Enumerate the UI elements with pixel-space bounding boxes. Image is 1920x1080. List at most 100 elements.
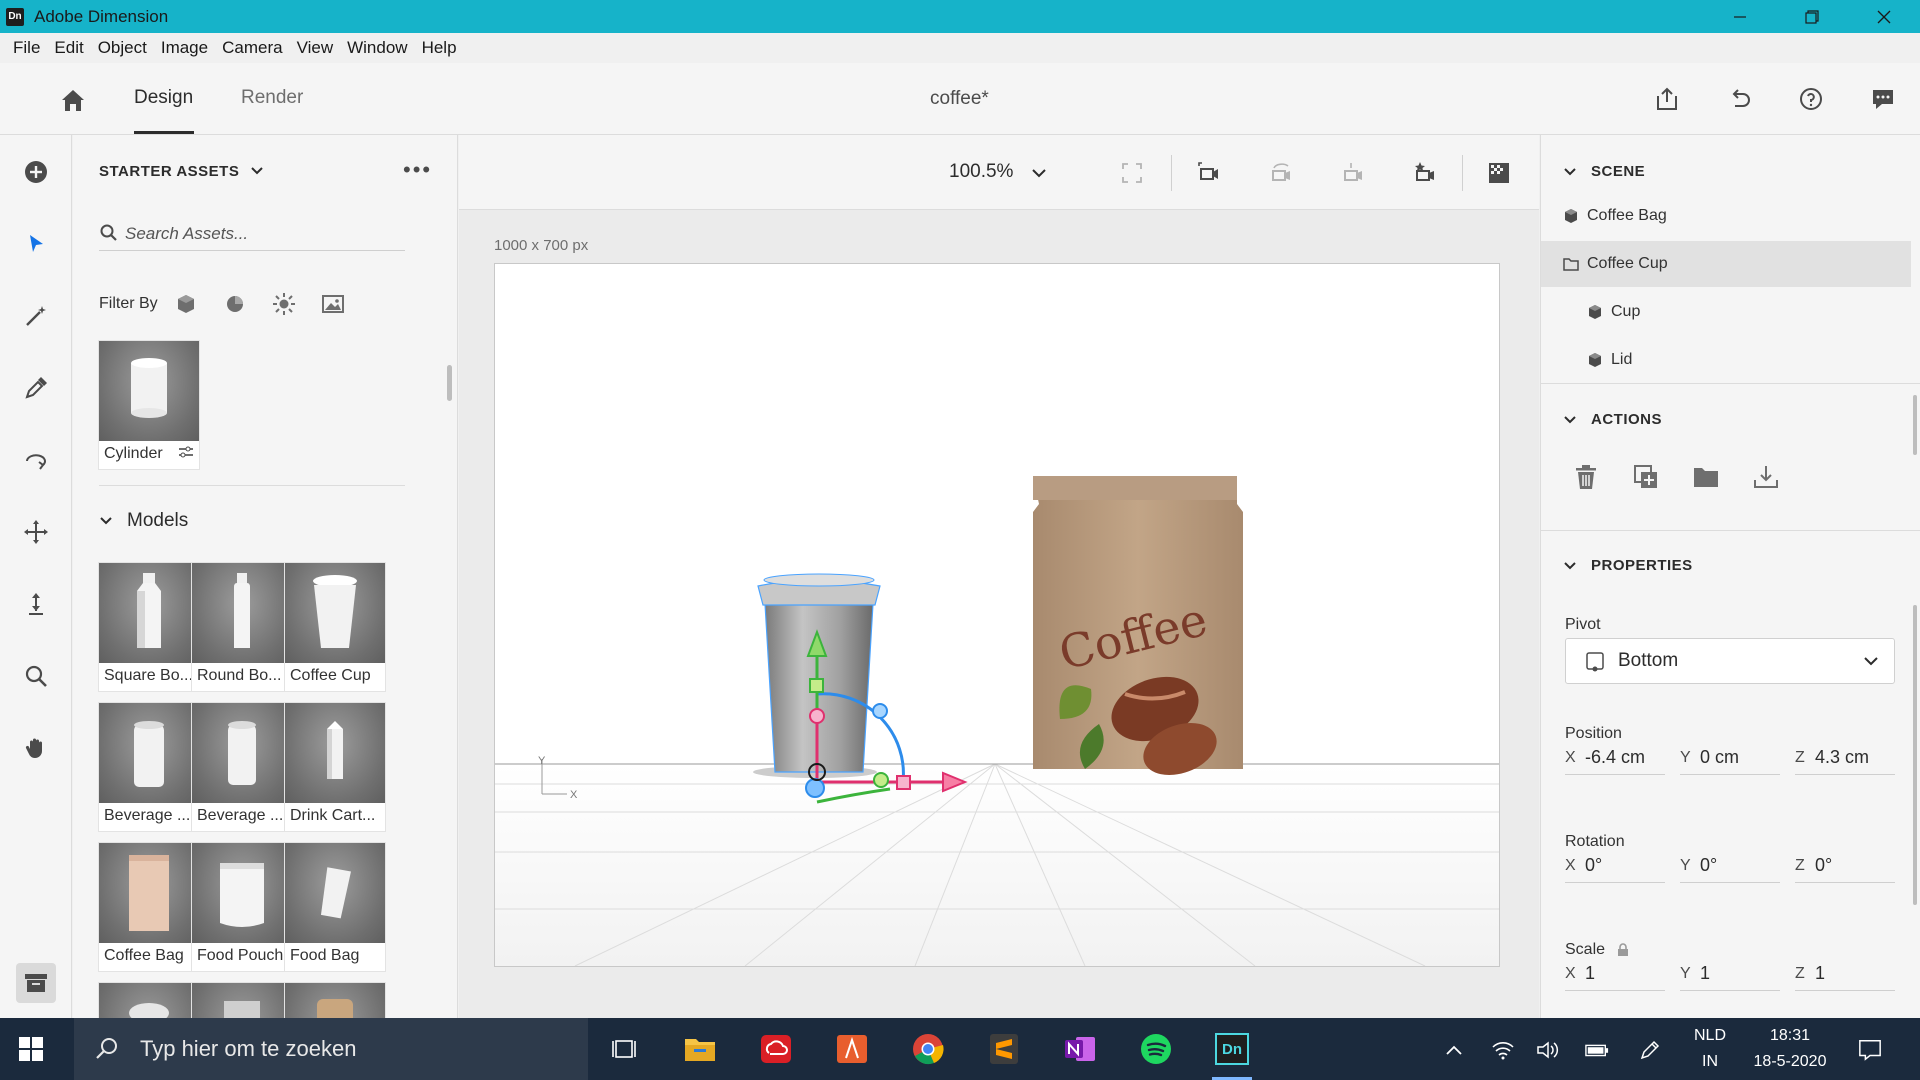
scene-item-coffee-bag[interactable]: Coffee Bag — [1541, 193, 1911, 239]
scene-item-coffee-cup[interactable]: Coffee Cup — [1541, 241, 1911, 287]
asset-beverage-can-1[interactable]: Beverage ... — [98, 702, 200, 832]
chevron-down-icon[interactable] — [1029, 163, 1049, 183]
assets-source-dropdown[interactable]: STARTER ASSETS — [99, 163, 264, 180]
taskbar-search[interactable]: Typ hier om te zoeken — [74, 1018, 588, 1080]
position-x-field[interactable]: X -6.4 cm — [1565, 741, 1665, 775]
feedback-button[interactable] — [1867, 83, 1899, 115]
more-options-button[interactable]: ••• — [403, 157, 432, 183]
3d-viewport[interactable]: Coffee Y X — [494, 263, 1500, 967]
menu-help[interactable]: Help — [415, 38, 464, 58]
select-tool[interactable] — [20, 228, 52, 260]
render-preview-button[interactable] — [1483, 157, 1515, 189]
undo-button[interactable] — [1723, 83, 1755, 115]
tray-expand-button[interactable] — [1442, 1038, 1466, 1062]
asset-food-bag[interactable]: Food Bag — [284, 842, 386, 972]
properties-section-toggle[interactable]: PROPERTIES — [1563, 557, 1693, 574]
spotify-button[interactable] — [1136, 1029, 1176, 1069]
scale-z-field[interactable]: Z1 — [1795, 957, 1895, 991]
scene-scrollbar[interactable] — [1913, 395, 1917, 455]
menu-edit[interactable]: Edit — [47, 38, 90, 58]
position-y-field[interactable]: Y0 cm — [1680, 741, 1780, 775]
asset-beverage-can-2[interactable]: Beverage ... — [191, 702, 293, 832]
sublime-button[interactable] — [984, 1029, 1024, 1069]
models-section-toggle[interactable]: Models — [99, 510, 188, 532]
panel-toggle-button[interactable] — [16, 963, 56, 1003]
asset-coffee-bag[interactable]: Coffee Bag — [98, 842, 200, 972]
pivot-dropdown[interactable]: Bottom — [1565, 638, 1895, 684]
share-button[interactable] — [1651, 83, 1683, 115]
language-indicator[interactable]: NLD — [1690, 1027, 1730, 1045]
scene-section-toggle[interactable]: SCENE — [1563, 163, 1645, 180]
camera-bookmark-button[interactable] — [1409, 157, 1441, 189]
camera-move-button[interactable] — [1337, 157, 1369, 189]
tab-render[interactable]: Render — [241, 87, 303, 109]
properties-scrollbar[interactable] — [1913, 605, 1917, 905]
asset-food-pouch[interactable]: Food Pouch — [191, 842, 293, 972]
rotation-x-field[interactable]: X 0° — [1565, 849, 1665, 883]
asset-next-row[interactable] — [284, 982, 386, 1018]
chrome-button[interactable] — [908, 1029, 948, 1069]
camera-fit-button[interactable] — [1193, 157, 1225, 189]
asset-drink-carton[interactable]: Drink Cart... — [284, 702, 386, 832]
assets-scrollbar[interactable] — [447, 365, 452, 401]
menu-camera[interactable]: Camera — [215, 38, 289, 58]
asset-coffee-cup[interactable]: Coffee Cup — [284, 562, 386, 692]
clock-time[interactable]: 18:31 — [1745, 1027, 1835, 1045]
add-button[interactable] — [20, 156, 52, 188]
help-button[interactable] — [1795, 83, 1827, 115]
creative-cloud-button[interactable] — [756, 1029, 796, 1069]
eyedropper-tool[interactable] — [20, 372, 52, 404]
menu-image[interactable]: Image — [154, 38, 215, 58]
asset-square-bottle[interactable]: Square Bo... — [98, 562, 200, 692]
restore-button[interactable] — [1776, 0, 1848, 33]
notifications-button[interactable] — [1858, 1038, 1882, 1062]
asset-round-bottle[interactable]: Round Bo... — [191, 562, 293, 692]
group-button[interactable] — [1689, 460, 1723, 494]
frame-button[interactable] — [1116, 157, 1148, 189]
zoom-tool[interactable] — [20, 660, 52, 692]
file-explorer-button[interactable] — [680, 1029, 720, 1069]
orbit-tool[interactable] — [20, 444, 52, 476]
menu-view[interactable]: View — [290, 38, 341, 58]
rotation-z-field[interactable]: Z 0° — [1795, 849, 1895, 883]
asset-cylinder[interactable]: Cylinder — [98, 340, 200, 470]
scale-x-field[interactable]: X1 — [1565, 957, 1665, 991]
home-button[interactable] — [58, 85, 88, 115]
filter-images-button[interactable] — [319, 290, 347, 318]
close-button[interactable] — [1848, 0, 1920, 33]
hand-tool[interactable] — [20, 732, 52, 764]
delete-button[interactable] — [1569, 460, 1603, 494]
duplicate-button[interactable] — [1629, 460, 1663, 494]
filter-materials-button[interactable] — [221, 290, 249, 318]
magic-wand-tool[interactable] — [20, 300, 52, 332]
search-input[interactable] — [125, 221, 395, 247]
volume-button[interactable] — [1536, 1038, 1560, 1062]
minimize-button[interactable] — [1704, 0, 1776, 33]
lock-icon[interactable] — [1617, 943, 1629, 957]
position-z-field[interactable]: Z 4.3 cm — [1795, 741, 1895, 775]
pan-tool[interactable] — [20, 516, 52, 548]
asset-next-row[interactable] — [191, 982, 293, 1018]
illustrator-draw-button[interactable] — [832, 1029, 872, 1069]
windows-start-icon[interactable] — [18, 1036, 44, 1062]
menu-window[interactable]: Window — [340, 38, 414, 58]
camera-rotate-button[interactable] — [1265, 157, 1297, 189]
place-on-ground-button[interactable] — [1749, 460, 1783, 494]
actions-section-toggle[interactable]: ACTIONS — [1563, 411, 1662, 428]
menu-object[interactable]: Object — [91, 38, 154, 58]
scene-item-cup[interactable]: Cup — [1541, 289, 1911, 335]
rotation-y-field[interactable]: Y 0° — [1680, 849, 1780, 883]
scene-item-lid[interactable]: Lid — [1541, 337, 1911, 383]
menu-file[interactable]: File — [6, 38, 47, 58]
filter-lights-button[interactable] — [270, 290, 298, 318]
tab-design[interactable]: Design — [134, 87, 193, 109]
scale-y-field[interactable]: Y1 — [1680, 957, 1780, 991]
dolly-tool[interactable] — [20, 588, 52, 620]
onenote-button[interactable] — [1060, 1029, 1100, 1069]
task-view-button[interactable] — [604, 1029, 644, 1069]
asset-next-row[interactable] — [98, 982, 200, 1018]
pen-button[interactable] — [1638, 1038, 1662, 1062]
battery-button[interactable] — [1585, 1038, 1609, 1062]
dimension-button[interactable]: Dn — [1212, 1029, 1252, 1080]
filter-models-button[interactable] — [172, 290, 200, 318]
